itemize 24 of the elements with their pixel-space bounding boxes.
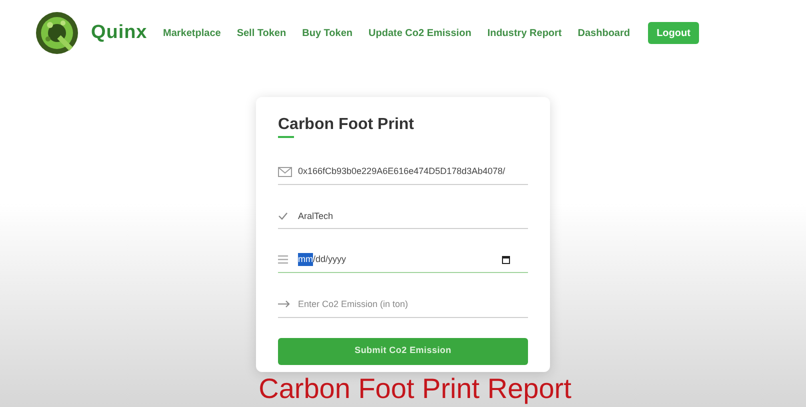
report-caption: Carbon Foot Print Report <box>258 373 572 405</box>
date-segment[interactable]: mm <box>298 252 313 266</box>
nav-link[interactable]: Industry Report <box>487 26 562 40</box>
date-segment[interactable]: /dd/yyyy <box>313 252 346 266</box>
nav-link[interactable]: Marketplace <box>163 26 221 40</box>
mail-icon <box>278 167 292 177</box>
form-title: Carbon Foot Print <box>278 115 415 135</box>
date-field[interactable]: mm/dd/yyyy <box>278 247 528 273</box>
logo-icon <box>35 11 79 55</box>
calendar-icon[interactable] <box>502 256 510 264</box>
menu-icon <box>278 255 288 264</box>
nav-link[interactable]: Update Co2 Emission <box>368 26 472 40</box>
input-field[interactable]: 0x166fCb93b0e229A6E616e474D5D178d3Ab4078/ <box>278 158 528 184</box>
logout-button[interactable]: Logout <box>648 22 699 44</box>
check-icon <box>278 212 288 220</box>
brand-name: Quinx <box>91 20 148 45</box>
nav-link[interactable]: Buy Token <box>302 26 352 40</box>
submit-button[interactable]: Submit Co2 Emission <box>278 338 528 364</box>
title-underline <box>278 136 294 138</box>
arrow-icon <box>278 300 290 308</box>
nav-link[interactable]: Sell Token <box>236 26 286 40</box>
input-field[interactable]: AralTech <box>278 203 528 229</box>
input-field[interactable]: Enter Co2 Emission (in ton) <box>278 292 528 318</box>
nav-link[interactable]: Dashboard <box>578 26 630 40</box>
